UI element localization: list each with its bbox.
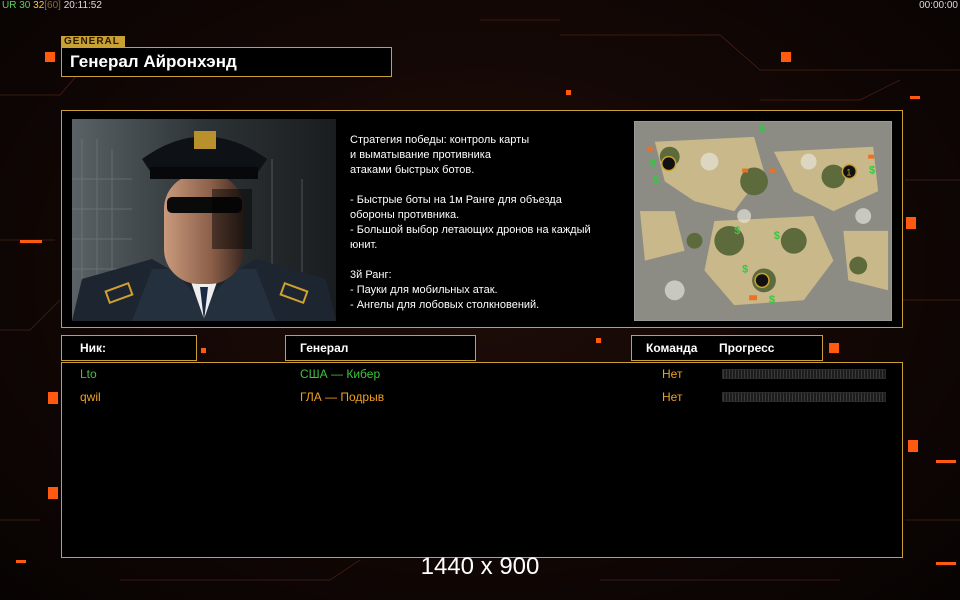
fps-max: [60] bbox=[44, 0, 61, 11]
player-nick: Lto bbox=[80, 367, 97, 381]
game-timer: 00:00:00 bbox=[919, 0, 958, 11]
status-bar: UR 30 32[60] 20:11:52 00:00:00 bbox=[0, 0, 960, 13]
general-portrait-image bbox=[72, 119, 336, 321]
player-general: ГЛА — Подрыв bbox=[300, 390, 385, 404]
player-row[interactable]: Lto США — Кибер Нет bbox=[62, 364, 902, 384]
player-progress-bar bbox=[722, 369, 886, 379]
svg-text:$: $ bbox=[653, 174, 659, 186]
svg-text:$: $ bbox=[759, 123, 765, 135]
column-header-team: Команда bbox=[646, 341, 698, 355]
map-preview[interactable]: 1 $ $ $ $ $ $ $ $ bbox=[634, 121, 892, 321]
column-header-nick: Ник: bbox=[61, 335, 197, 361]
performance-stats: UR 30 32[60] 20:11:52 bbox=[2, 0, 102, 12]
general-tag: GENERAL bbox=[61, 36, 125, 47]
svg-text:$: $ bbox=[869, 164, 875, 176]
column-header-team-progress: Команда Прогресс bbox=[631, 335, 823, 361]
general-title: Генерал Айронхэнд bbox=[61, 47, 392, 77]
column-header-progress: Прогресс bbox=[719, 341, 775, 355]
general-portrait bbox=[72, 119, 336, 321]
fps-current: 32 bbox=[33, 0, 45, 11]
player-team: Нет bbox=[662, 367, 683, 381]
player-list: Lto США — Кибер Нет qwil ГЛА — Подрыв Не… bbox=[61, 362, 903, 558]
general-description: Стратегия победы: контроль карты и вымат… bbox=[350, 134, 591, 311]
svg-text:$: $ bbox=[774, 230, 780, 242]
general-info-panel: Стратегия победы: контроль карты и вымат… bbox=[61, 110, 903, 328]
svg-text:$: $ bbox=[734, 225, 740, 237]
player-row[interactable]: qwil ГЛА — Подрыв Нет bbox=[62, 387, 902, 407]
player-general: США — Кибер bbox=[300, 367, 381, 381]
player-progress-bar bbox=[722, 392, 886, 402]
ur-value: 30 bbox=[19, 0, 31, 11]
player-team: Нет bbox=[662, 390, 683, 404]
clock: 20:11:52 bbox=[63, 0, 102, 11]
column-header-general: Генерал bbox=[285, 335, 476, 361]
player-nick: qwil bbox=[80, 390, 101, 404]
map-preview-image: 1 $ $ $ $ $ $ $ $ bbox=[635, 122, 891, 320]
resolution-label: 1440 x 900 bbox=[420, 553, 540, 580]
ur-label: UR bbox=[2, 0, 17, 11]
svg-text:$: $ bbox=[650, 158, 656, 170]
svg-text:$: $ bbox=[769, 294, 775, 306]
svg-text:$: $ bbox=[742, 263, 748, 275]
map-start-marker-1: 1 bbox=[846, 167, 851, 177]
